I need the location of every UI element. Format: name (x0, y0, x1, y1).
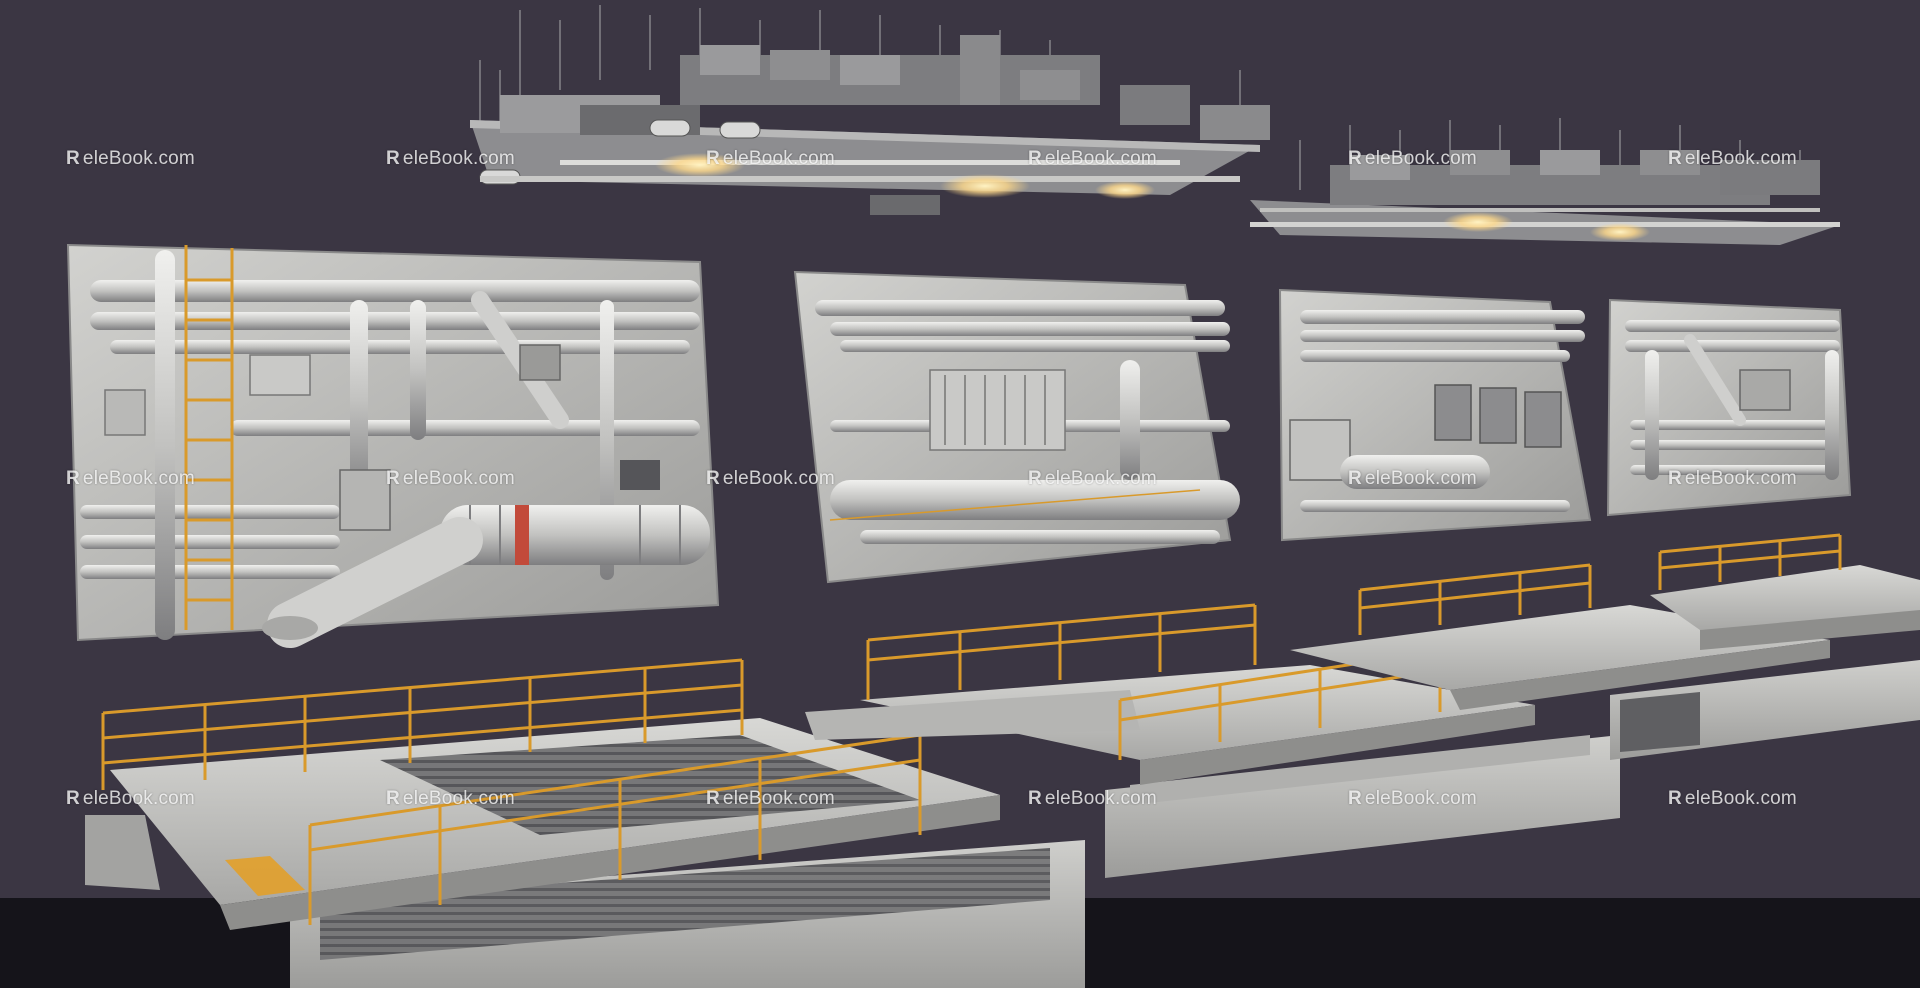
ceiling-duct-module-large (470, 5, 1270, 215)
ceiling-duct-module-small (1250, 118, 1840, 245)
wall-pipe-panel-3 (1278, 288, 1592, 542)
wall-pipe-panel-4 (1606, 298, 1852, 517)
scene (0, 5, 1920, 988)
wall-pipe-panel-1 (66, 243, 720, 648)
wall-pipe-panel-2 (793, 270, 1240, 584)
